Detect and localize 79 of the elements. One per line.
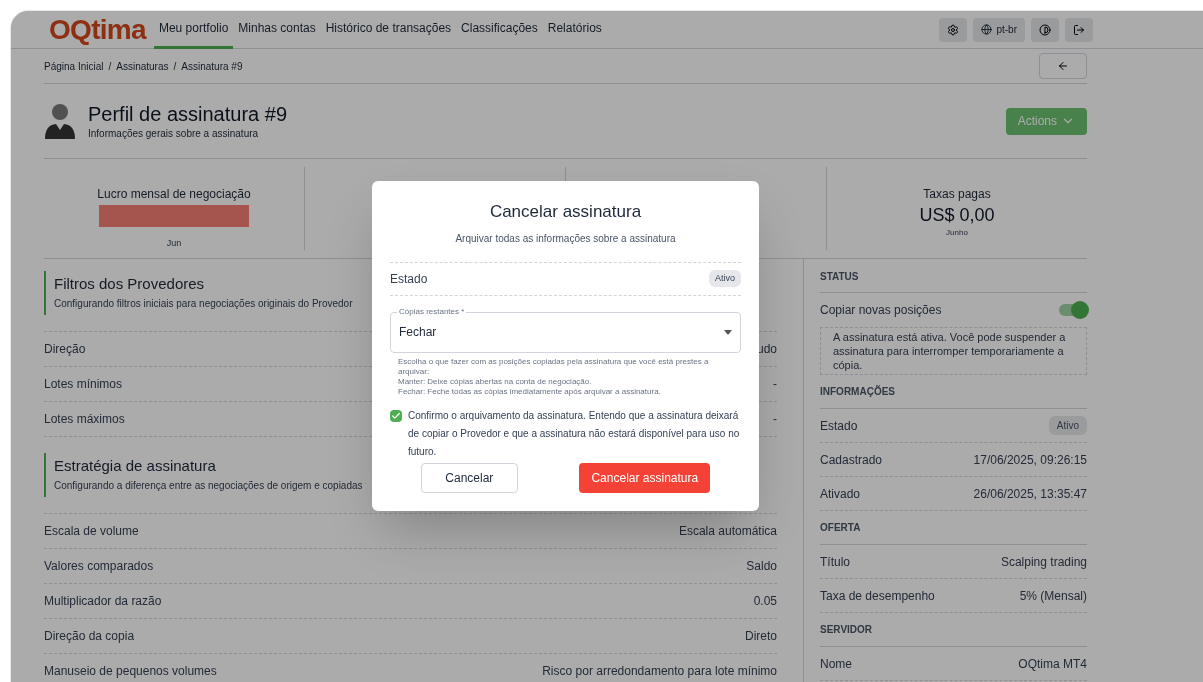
row-label: Estado (390, 270, 428, 288)
dropdown-caret-icon (724, 329, 732, 335)
check-icon (391, 410, 401, 421)
toggle-switch[interactable] (1059, 304, 1087, 316)
stat-value: US$ 0,00 (919, 204, 995, 227)
back-arrow-icon (1057, 60, 1069, 72)
row-label: Estado (820, 417, 858, 435)
contrast-button[interactable] (1031, 17, 1059, 42)
nav-tab[interactable]: Minhas contas (233, 11, 321, 49)
stat-title: Lucro mensal de negociação (97, 186, 251, 203)
row-label: Multiplicador da razão (44, 593, 162, 610)
stat-period: Junho (946, 227, 968, 239)
row-value: 0.05 (753, 593, 777, 610)
logout-icon (1073, 23, 1085, 36)
section-heading: INFORMAÇÕES (820, 384, 895, 399)
help-text: Manter: Deixe cópias abertas na conta de negociação. (398, 376, 593, 387)
row-label: Título (820, 553, 850, 571)
section-subtitle: Configurando a diferença entre as negociações de origem e copiadas (54, 479, 363, 493)
logout-button[interactable] (1065, 17, 1093, 42)
section-heading: SERVIDOR (820, 623, 873, 637)
row-value: 17/06/2025, 09:26:15 (973, 451, 1087, 469)
status-badge: Ativo (709, 269, 741, 288)
row-value: 26/06/2025, 13:35:47 (973, 485, 1087, 503)
breadcrumb-separator: / (173, 59, 177, 74)
row-label: Lotes mínimos (44, 376, 123, 393)
logo[interactable]: OQtima (49, 15, 146, 44)
status-badge: Ativo (1048, 416, 1087, 435)
dialog-subtitle: Arquivar todas as informações sobre a assinatura (454, 231, 677, 246)
globe-icon (981, 24, 993, 35)
row-label: Manuseio de pequenos volumes (44, 663, 217, 680)
cancel-button[interactable]: Cancelar (420, 462, 518, 493)
language-button[interactable]: pt-br (973, 17, 1025, 42)
row-label: Cadastrado (820, 451, 883, 469)
cancel-subscription-button[interactable]: Cancelar assinatura (579, 462, 711, 493)
breadcrumb-link[interactable]: Página Inicial (44, 58, 104, 74)
breadcrumb-separator: / (108, 59, 112, 74)
confirm-text: Confirmo o arquivamento da assinatura. Entendo que a assinatura deixará de copiar o Provedor e que a assinatura não estará disponível para uso no futuro. (408, 408, 741, 459)
row-label: Direção (44, 341, 86, 358)
section-heading: STATUS (820, 270, 859, 284)
row-value: Scalping trading (1000, 553, 1087, 571)
row-label: Nome (820, 655, 852, 673)
row-label: Ativado (820, 485, 861, 503)
page-subtitle: Informações gerais sobre a assinatura (88, 126, 260, 141)
row-value: Risco por arredondamento para lote mínimo (542, 663, 777, 680)
row-value: OQtima MT4 (1018, 655, 1087, 673)
user-silhouette-icon (44, 103, 76, 139)
row-label: Taxa de desempenho (820, 587, 935, 605)
stat-title: Taxas pagas (923, 186, 991, 203)
settings-icon (947, 23, 960, 36)
nav-tab[interactable]: Relatórios (542, 11, 607, 49)
confirm-checkbox[interactable] (390, 409, 402, 422)
row-label: Valores comparados (44, 558, 154, 575)
help-text: Escolha o que fazer com as posições copiadas pela assinatura que você está prestes a arquivar: (398, 356, 710, 377)
row-value: 5% (Mensal) (1019, 587, 1087, 605)
nav-tab[interactable]: Histórico de transações (320, 11, 457, 49)
row-value: - (773, 411, 777, 428)
row-value: Escala automática (678, 523, 777, 540)
section-subtitle: Configurando filtros iniciais para negociações originais do Provedor (54, 297, 353, 311)
breadcrumb-link[interactable]: Assinaturas (116, 58, 169, 74)
nav-tab[interactable]: Meu portfolio (153, 11, 234, 49)
section-title: Estratégia de assinatura (54, 456, 217, 476)
row-label: Escala de volume (44, 523, 139, 540)
row-label: Copiar novas posições (820, 302, 942, 319)
nav-tab[interactable]: Classificações (456, 11, 543, 49)
breadcrumb-link[interactable]: Assinatura #9 (181, 58, 243, 74)
dialog-title: Cancelar assinatura (488, 201, 643, 223)
row-value: Saldo (746, 558, 777, 575)
row-label: Lotes máximos (44, 411, 125, 428)
row-value: - (773, 376, 777, 393)
row-label: Direção da copia (44, 628, 135, 645)
help-text: Fechar: Feche todas as cópias imediatamente após arquivar a assinatura. (398, 386, 662, 397)
section-title: Filtros dos Provedores (54, 274, 206, 294)
chart-label: Jun (166, 236, 182, 250)
section-heading: OFERTA (820, 521, 861, 535)
info-note: A assinatura está ativa. Você pode suspender a assinatura para interromper temporariamente a cópia. (820, 327, 1087, 375)
contrast-icon (1039, 23, 1051, 36)
row-value: Direto (745, 628, 777, 645)
settings-button[interactable] (939, 17, 968, 42)
page-title: Perfil de assinatura #9 (88, 101, 287, 126)
